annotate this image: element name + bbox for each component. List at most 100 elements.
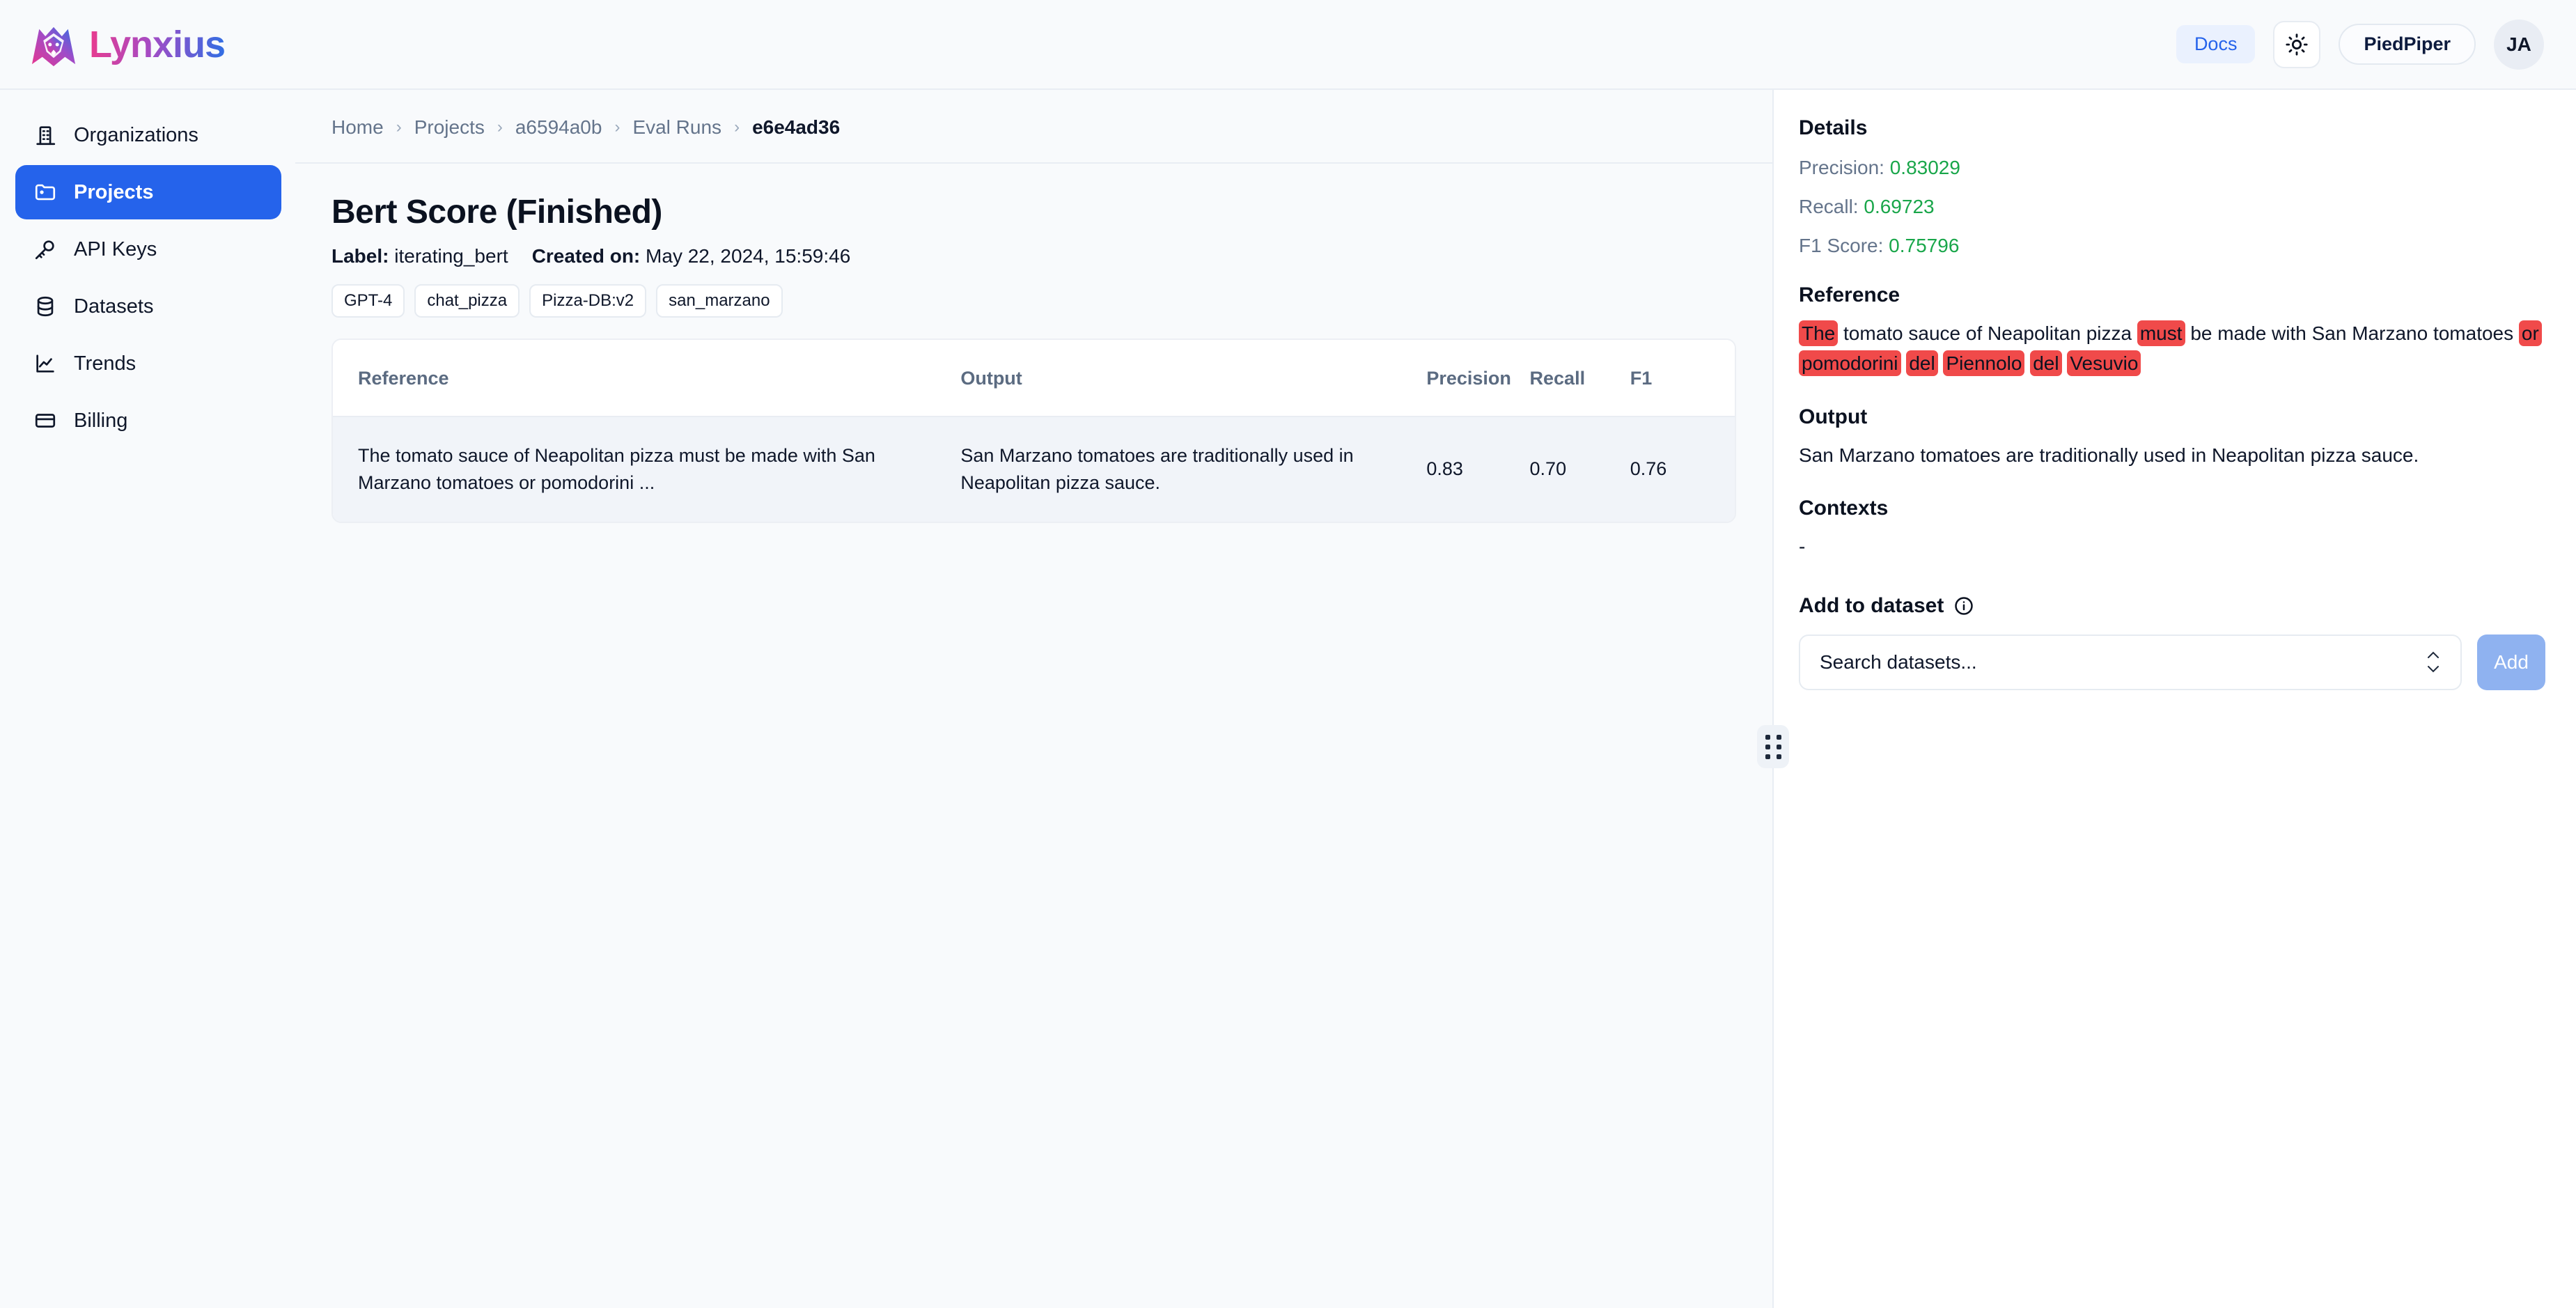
detail-f1-value: 0.75796 — [1889, 235, 1960, 256]
sidebar-item-label: Trends — [74, 352, 136, 375]
run-label: Label: iterating_bert — [331, 245, 508, 267]
page-title: Bert Score (Finished) — [331, 194, 662, 231]
top-header: Lynxius Docs PiedPiper JA — [0, 0, 2576, 90]
details-title: Details — [1799, 116, 1868, 139]
info-icon[interactable] — [1953, 595, 1974, 616]
chevron-updown-icon — [2426, 651, 2441, 673]
column-header-output[interactable]: Output — [960, 339, 1421, 417]
column-header-reference[interactable]: Reference — [333, 339, 961, 417]
column-header-precision[interactable]: Precision — [1421, 339, 1526, 417]
detail-precision-key: Precision: — [1799, 157, 1884, 178]
run-created-value: May 22, 2024, 15:59:46 — [646, 245, 851, 267]
reference-token-highlight: del — [1906, 350, 1938, 377]
add-to-dataset-label: Add to dataset — [1799, 593, 1944, 617]
key-icon — [32, 236, 58, 263]
detail-recall-key: Recall: — [1799, 196, 1859, 217]
sidebar-item-billing[interactable]: Billing — [15, 394, 281, 448]
sidebar-item-api-keys[interactable]: API Keys — [15, 222, 281, 277]
panel-divider — [1757, 90, 1789, 1308]
sidebar-item-organizations[interactable]: Organizations — [15, 108, 281, 162]
app-shell: Organizations Projects API Keys Datasets… — [0, 90, 2576, 1308]
add-to-dataset-title: Add to dataset — [1799, 594, 2545, 618]
main-content: Home › Projects › a6594a0b › Eval Runs ›… — [295, 90, 1772, 1308]
contexts-text: - — [1799, 536, 1806, 558]
sidebar-item-datasets[interactable]: Datasets — [15, 279, 281, 334]
reference-token-highlight: must — [2137, 320, 2185, 346]
header-actions: Docs PiedPiper JA — [2176, 19, 2544, 70]
dataset-select[interactable]: Search datasets... — [1799, 634, 2462, 690]
reference-token-highlight: Piennolo — [1943, 350, 2025, 377]
tag-chip: chat_pizza — [414, 284, 520, 318]
sun-icon — [2286, 33, 2309, 56]
cell-recall: 0.70 — [1529, 458, 1567, 480]
detail-f1: F1 Score: 0.75796 — [1799, 235, 2545, 257]
column-header-f1[interactable]: F1 — [1630, 339, 1735, 417]
docs-link[interactable]: Docs — [2176, 25, 2256, 63]
credit-card-icon — [32, 407, 58, 434]
sidebar-item-trends[interactable]: Trends — [15, 336, 281, 391]
organization-switcher[interactable]: PiedPiper — [2339, 24, 2476, 65]
sidebar-item-projects[interactable]: Projects — [15, 165, 281, 219]
add-button[interactable]: Add — [2477, 634, 2545, 690]
breadcrumb-current: e6e4ad36 — [752, 116, 841, 138]
tag-chip: Pizza-DB:v2 — [529, 284, 647, 318]
run-label-value: iterating_bert — [394, 245, 508, 267]
theme-toggle-button[interactable] — [2273, 20, 2321, 68]
table-header: Reference Output Precision Recall F1 — [333, 339, 1735, 417]
details-panel: Details Precision: 0.83029 Recall: 0.697… — [1774, 90, 2576, 1308]
line-chart-icon — [32, 350, 58, 377]
cell-output: San Marzano tomatoes are traditionally u… — [960, 444, 1354, 493]
output-section-title: Output — [1799, 405, 1868, 428]
sidebar-item-label: Datasets — [74, 295, 154, 318]
breadcrumb-item-eval-runs[interactable]: Eval Runs — [632, 116, 721, 139]
reference-section-title: Reference — [1799, 283, 1900, 306]
lynx-logo-icon — [31, 26, 76, 66]
reference-token-highlight: pomodorini — [1799, 350, 1901, 377]
reference-token-highlight: The — [1799, 320, 1839, 346]
building-icon — [32, 122, 58, 148]
tag-chip: san_marzano — [656, 284, 783, 318]
sidebar-item-label: API Keys — [74, 238, 157, 260]
panel-resize-handle[interactable] — [1757, 725, 1789, 768]
cell-precision: 0.83 — [1426, 458, 1463, 480]
brand-logo[interactable]: Lynxius — [28, 19, 226, 70]
breadcrumb: Home › Projects › a6594a0b › Eval Runs ›… — [295, 90, 1772, 164]
run-meta: Label: iterating_bert Created on: May 22… — [331, 245, 1736, 267]
dataset-select-placeholder: Search datasets... — [1820, 651, 1977, 673]
tag-list: GPT-4 chat_pizza Pizza-DB:v2 san_marzano — [331, 284, 1736, 318]
reference-token-highlight: or — [2518, 320, 2542, 346]
breadcrumb-item-projects[interactable]: Projects — [414, 116, 485, 139]
reference-token: be made with San Marzano tomatoes — [2190, 322, 2514, 344]
contexts-section-title: Contexts — [1799, 497, 1889, 520]
tag-chip: GPT-4 — [331, 284, 405, 318]
detail-f1-key: F1 Score: — [1799, 235, 1884, 256]
breadcrumb-separator-icon: › — [396, 118, 402, 137]
detail-precision-value: 0.83029 — [1889, 157, 1960, 178]
run-label-key: Label: — [331, 245, 389, 267]
detail-precision: Precision: 0.83029 — [1799, 157, 2545, 179]
breadcrumb-separator-icon: › — [734, 118, 740, 137]
sidebar-item-label: Billing — [74, 409, 128, 432]
breadcrumb-separator-icon: › — [614, 118, 620, 137]
table-row[interactable]: The tomato sauce of Neapolitan pizza mus… — [333, 416, 1735, 522]
avatar[interactable]: JA — [2494, 19, 2544, 70]
detail-recall-value: 0.69723 — [1864, 196, 1935, 217]
results-table: Reference Output Precision Recall F1 The… — [333, 339, 1735, 522]
column-header-recall[interactable]: Recall — [1525, 339, 1630, 417]
detail-recall: Recall: 0.69723 — [1799, 196, 2545, 218]
cell-f1: 0.76 — [1630, 458, 1667, 480]
add-to-dataset-row: Search datasets... Add — [1799, 634, 2545, 690]
folder-icon — [32, 179, 58, 205]
breadcrumb-separator-icon: › — [497, 118, 503, 137]
cell-reference: The tomato sauce of Neapolitan pizza mus… — [358, 444, 875, 493]
table-header-row: Reference Output Precision Recall F1 — [333, 339, 1735, 417]
reference-text: The tomato sauce of Neapolitan pizza mus… — [1799, 318, 2545, 379]
reference-token-highlight: del — [2030, 350, 2062, 377]
reference-token-highlight: Vesuvio — [2067, 350, 2141, 377]
run-created-key: Created on: — [531, 245, 641, 267]
main-body: Bert Score (Finished) Label: iterating_b… — [295, 164, 1772, 523]
reference-token: tomato sauce of Neapolitan pizza — [1843, 322, 2132, 344]
results-table-card: Reference Output Precision Recall F1 The… — [331, 338, 1736, 523]
breadcrumb-item-project-id[interactable]: a6594a0b — [515, 116, 602, 139]
breadcrumb-item-home[interactable]: Home — [331, 116, 384, 139]
